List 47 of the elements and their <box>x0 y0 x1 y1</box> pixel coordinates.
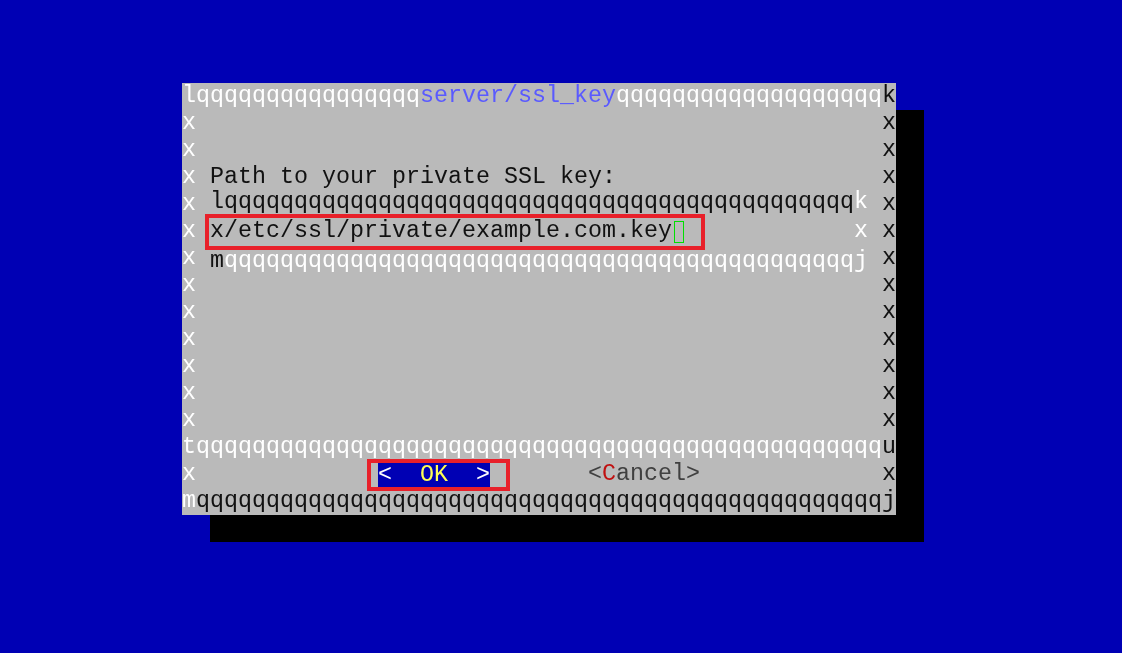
border-line: x <box>881 326 896 353</box>
border-line: m <box>210 250 224 272</box>
border-line: x <box>881 245 896 272</box>
border-line: x <box>881 272 896 299</box>
cancel-button[interactable]: <Cancel> <box>587 461 700 488</box>
border-line: t <box>182 434 196 461</box>
border-line: x <box>881 299 896 326</box>
border-line: x <box>182 299 196 326</box>
border-line: qqqqqqqqqqqqqqqqqqqqqqqqqqqqqqqqqqqqqqqqqqqqqqqqq <box>196 434 882 461</box>
border-line: x <box>881 353 896 380</box>
border-line: j <box>881 488 896 515</box>
border-line: x <box>182 407 196 434</box>
border-line: x <box>182 218 196 245</box>
border-line: u <box>881 434 896 461</box>
input-field[interactable]: /etc/ssl/private/example.com.key <box>224 218 854 245</box>
border-line: x <box>182 137 196 164</box>
border-line: x <box>182 326 196 353</box>
border-line: x <box>182 461 196 488</box>
border-line: qqqqqqqqqqqqqqqqqqqqqqqqqqqqqqqqqqqqqqqqqqqqqqqqq <box>196 488 882 515</box>
border-line: x <box>182 380 196 407</box>
border-line: x <box>881 110 896 137</box>
border-line: qqqqqqqqqqqqqqqqqqq <box>616 83 882 110</box>
border-line: x <box>210 218 224 245</box>
border-line: lqqqqqqqqqqqqqqqqqqqqqqqqqqqqqqqqqqqqqqqqqqqqq <box>210 191 854 213</box>
border-line: x <box>182 110 196 137</box>
border-line: x <box>182 272 196 299</box>
border-line: qqqqqqqqqqqqqqqqqqqqqqqqqqqqqqqqqqqqqqqqqqqqqj <box>224 250 868 272</box>
dialog-title: server/ssl_key <box>420 83 616 110</box>
border-line: l <box>182 83 196 110</box>
border-line: x <box>182 164 196 191</box>
border-line: x <box>182 353 196 380</box>
border-line: x <box>853 218 868 245</box>
border-line: k <box>853 191 868 213</box>
border-line: x <box>881 191 896 218</box>
border-line: x <box>881 380 896 407</box>
border-line: x <box>182 191 196 218</box>
ok-button[interactable]: < OK > <box>378 463 490 487</box>
border-line: m <box>182 488 196 515</box>
border-line: qqqqqqqqqqqqqqqq <box>196 83 420 110</box>
border-line: x <box>881 164 896 191</box>
border-line: x <box>881 461 896 488</box>
prompt-label: Path to your private SSL key: <box>210 164 616 190</box>
border-line: x <box>881 407 896 434</box>
border-line: x <box>881 137 896 164</box>
border-line: k <box>882 83 896 110</box>
border-line: x <box>881 218 896 245</box>
border-line: x <box>182 245 196 272</box>
